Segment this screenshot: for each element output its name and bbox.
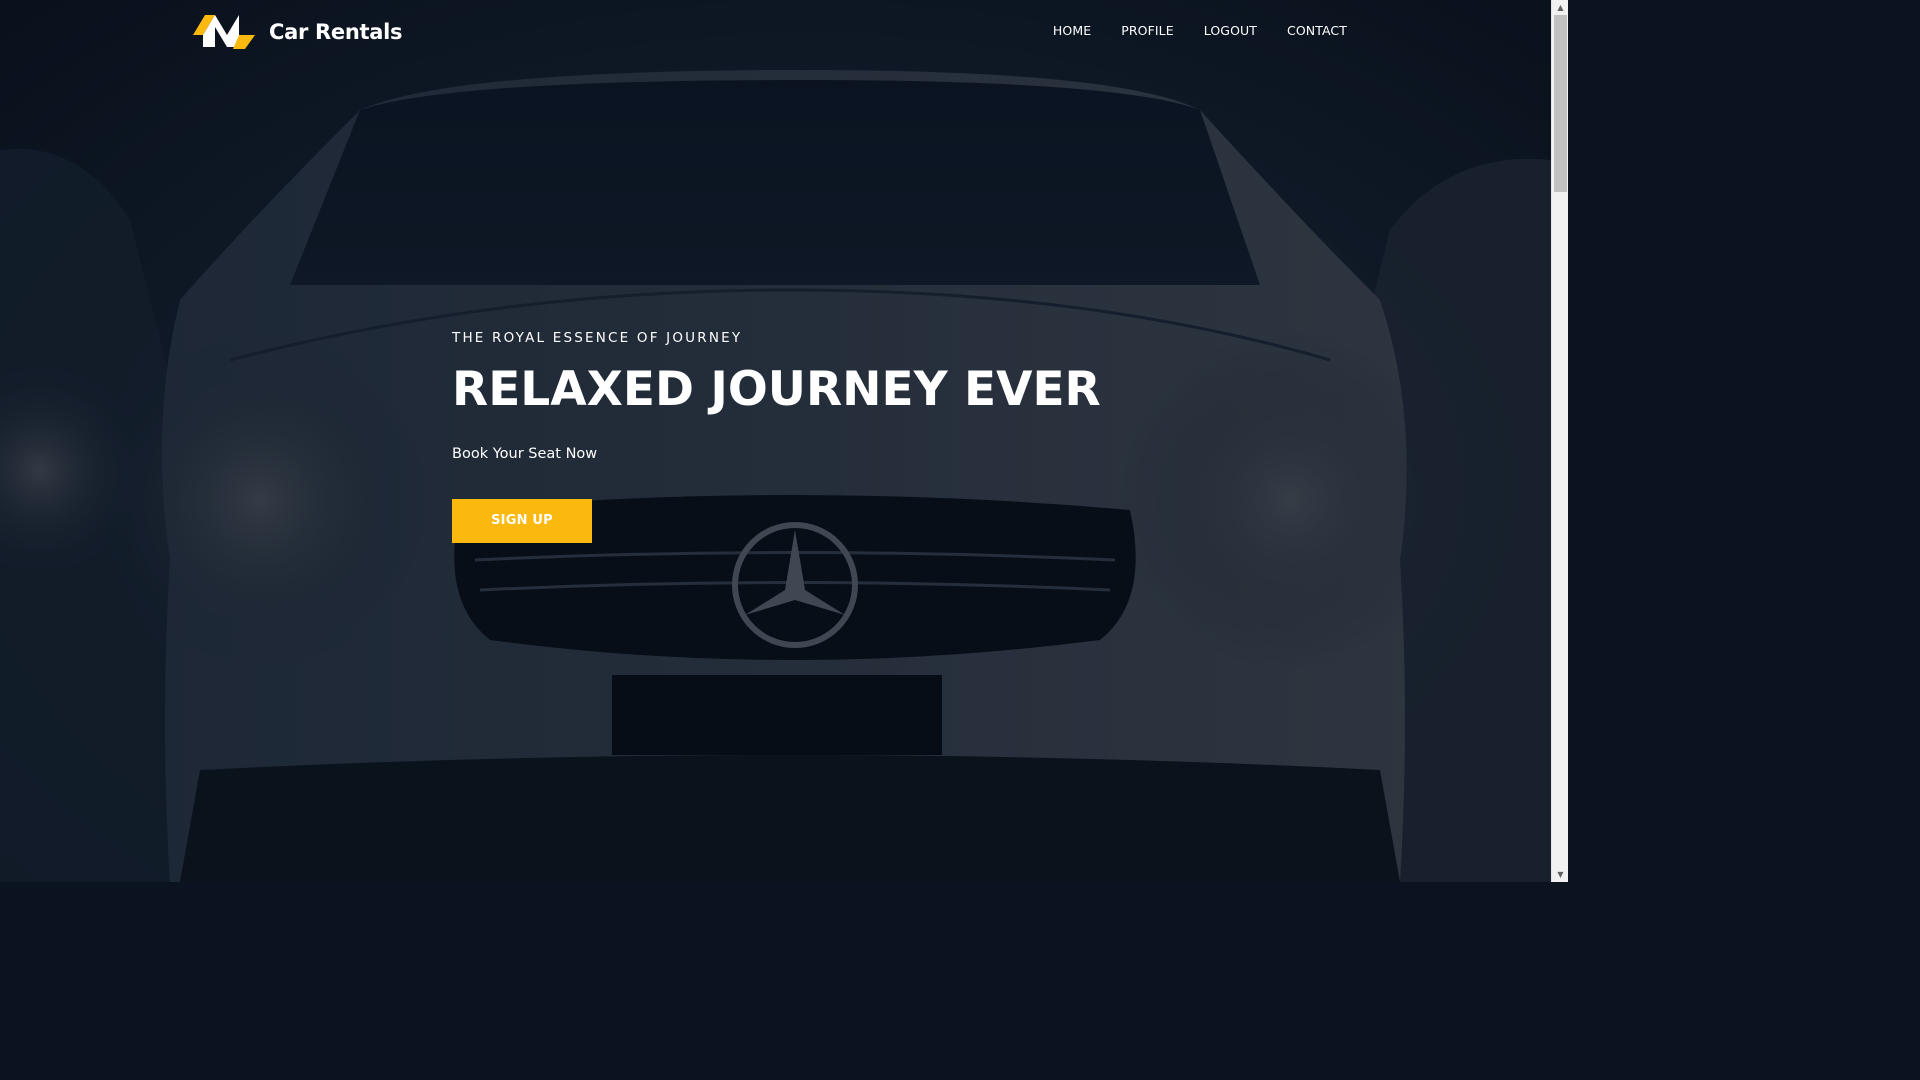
nav-item-home: HOME — [1053, 22, 1091, 40]
brand-link[interactable]: Car Rentals — [193, 14, 403, 50]
nav-item-profile: PROFILE — [1121, 22, 1174, 40]
nav-link-home[interactable]: HOME — [1053, 23, 1091, 38]
nav-item-contact: CONTACT — [1287, 22, 1347, 40]
hero-content: THE ROYAL ESSENCE OF JOURNEY RELAXED JOU… — [452, 330, 1152, 543]
scroll-thumb[interactable] — [1554, 15, 1567, 192]
scroll-up-arrow-icon[interactable]: ▲ — [1552, 0, 1569, 15]
scroll-down-arrow-icon[interactable]: ▼ — [1552, 867, 1569, 882]
hero-headline: RELAXED JOURNEY EVER — [452, 362, 1101, 417]
hero-eyebrow: THE ROYAL ESSENCE OF JOURNEY — [452, 330, 743, 346]
sign-up-button[interactable]: SIGN UP — [452, 498, 592, 543]
nav-link-profile[interactable]: PROFILE — [1121, 23, 1174, 38]
car-rentals-logo-icon — [193, 15, 255, 49]
nav-menu: HOME PROFILE LOGOUT CONTACT — [1053, 22, 1347, 40]
nav-item-logout: LOGOUT — [1204, 22, 1257, 40]
vertical-scrollbar[interactable]: ▲ ▼ — [1551, 0, 1568, 882]
nav-link-logout[interactable]: LOGOUT — [1204, 23, 1257, 38]
brand-name: Car Rentals — [269, 20, 403, 44]
navbar: Car Rentals HOME PROFILE LOGOUT CONTACT — [0, 0, 1551, 64]
page-viewport: Car Rentals HOME PROFILE LOGOUT CONTACT … — [0, 0, 1551, 882]
hero-subtext: Book Your Seat Now — [452, 445, 598, 462]
nav-link-contact[interactable]: CONTACT — [1287, 23, 1347, 38]
